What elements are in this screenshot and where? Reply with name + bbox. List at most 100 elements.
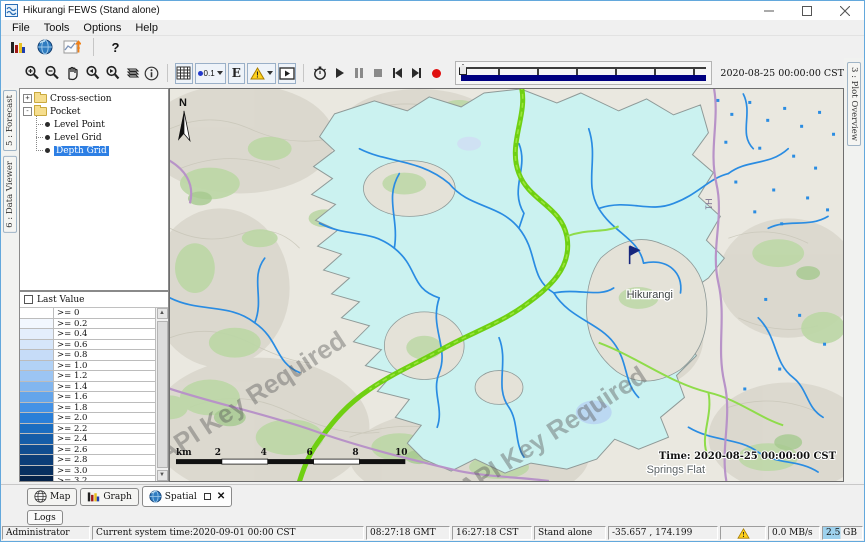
left-panel: + Cross-section - Pocket Level Point: [19, 88, 169, 482]
scroll-down-icon[interactable]: ▼: [157, 470, 168, 481]
legend-value-label: >= 3.2: [54, 476, 155, 481]
scroll-up-icon[interactable]: ▲: [157, 308, 168, 319]
tab-graph[interactable]: Graph: [80, 488, 138, 506]
labels-button[interactable]: E: [228, 63, 245, 84]
record-button[interactable]: [428, 63, 445, 84]
status-download-speed: 0.0 MB/s: [768, 526, 820, 540]
interval-label: 0.1: [204, 69, 215, 78]
scale-unit-label: km: [176, 448, 192, 458]
explorer-button[interactable]: [7, 37, 28, 58]
layer-tree: + Cross-section - Pocket Level Point: [19, 88, 169, 291]
layers-icon: [124, 66, 140, 80]
legend-value-label: >= 1.0: [54, 361, 155, 371]
animation-speed-button[interactable]: [311, 63, 329, 84]
legend-row[interactable]: >= 2.2: [20, 424, 155, 435]
time-slider[interactable]: [455, 61, 712, 85]
legend-color-swatch: [20, 445, 54, 455]
menu-options[interactable]: Options: [76, 20, 128, 35]
grid-toggle-button[interactable]: [175, 63, 192, 84]
legend-row[interactable]: >= 0.6: [20, 340, 155, 351]
maximize-button[interactable]: [788, 1, 826, 20]
place-label-springs-flat: Springs Flat: [647, 464, 705, 476]
sidebar-tab-forecast[interactable]: 5 : Forecast: [3, 90, 17, 151]
help-button[interactable]: ?: [105, 37, 126, 58]
legend-value-label: >= 2.8: [54, 455, 155, 465]
legend-row[interactable]: >= 3.2: [20, 476, 155, 481]
legend-row[interactable]: >= 1.2: [20, 371, 155, 382]
legend-row[interactable]: >= 2.8: [20, 455, 155, 466]
interval-dropdown[interactable]: 0.1: [195, 63, 226, 84]
minimize-button[interactable]: [750, 1, 788, 20]
tab-map[interactable]: Map: [27, 488, 77, 506]
warnings-dropdown[interactable]: !: [247, 63, 276, 84]
pause-icon: [355, 68, 363, 78]
tree-node-level-grid[interactable]: Level Grid: [31, 131, 168, 144]
zoom-out-button[interactable]: [43, 63, 61, 84]
legend-color-swatch: [20, 382, 54, 392]
layers-button[interactable]: [123, 63, 141, 84]
tree-node-cross-section[interactable]: + Cross-section: [23, 92, 168, 105]
status-system-time: Current system time:2020-09-01 00:00 CST: [92, 526, 364, 540]
tab-spatial[interactable]: Spatial ✕: [142, 486, 232, 507]
legend-row[interactable]: >= 0.4: [20, 329, 155, 340]
status-mode: Stand alone: [534, 526, 606, 540]
bullet-icon: [45, 122, 50, 127]
movie-player-button[interactable]: [278, 63, 296, 84]
pause-button[interactable]: [350, 63, 367, 84]
legend-row[interactable]: >= 0: [20, 308, 155, 319]
legend-row[interactable]: >= 2.0: [20, 413, 155, 424]
time-slider-handle[interactable]: [459, 64, 467, 75]
legend-row[interactable]: >= 2.4: [20, 434, 155, 445]
stop-button[interactable]: [370, 63, 387, 84]
legend-row[interactable]: >= 1.6: [20, 392, 155, 403]
right-tab-strip: 3 : Plot Overview: [844, 58, 864, 482]
maximize-tab-icon[interactable]: [204, 493, 211, 500]
legend-row[interactable]: >= 3.0: [20, 466, 155, 477]
app-logo-icon: [5, 4, 18, 17]
zoom-in-button[interactable]: [23, 63, 41, 84]
tree-node-depth-grid[interactable]: Depth Grid: [31, 144, 168, 157]
timeseries-chart-icon: [63, 39, 81, 55]
expand-icon[interactable]: +: [23, 94, 32, 103]
sidebar-tab-data-viewer[interactable]: 6 : Data Viewer: [3, 156, 17, 233]
sidebar-tab-plot-overview[interactable]: 3 : Plot Overview: [847, 62, 861, 146]
pan-button[interactable]: [63, 63, 81, 84]
status-time-gmt: 08:27:18 GMT: [366, 526, 450, 540]
info-button[interactable]: [143, 63, 160, 84]
first-frame-button[interactable]: [389, 63, 406, 84]
zoom-previous-button[interactable]: [83, 63, 101, 84]
menu-file[interactable]: File: [5, 20, 37, 35]
dot-icon: [198, 71, 203, 76]
globe-icon: [37, 39, 53, 55]
legend-row[interactable]: >= 0.2: [20, 319, 155, 330]
timeseries-display-button[interactable]: [61, 37, 82, 58]
logs-button[interactable]: Logs: [27, 510, 63, 525]
menu-help[interactable]: Help: [128, 20, 165, 35]
play-button[interactable]: [331, 63, 348, 84]
legend-row[interactable]: >= 2.6: [20, 445, 155, 456]
last-value-checkbox[interactable]: [24, 295, 33, 304]
menu-tools[interactable]: Tools: [37, 20, 77, 35]
map-display-button[interactable]: [34, 37, 55, 58]
tree-node-level-point[interactable]: Level Point: [31, 118, 168, 131]
water-patch: [457, 137, 481, 151]
last-frame-button[interactable]: [408, 63, 425, 84]
status-warning-cell[interactable]: !: [720, 526, 766, 540]
zoom-next-button[interactable]: [103, 63, 121, 84]
legend-row[interactable]: >= 1.8: [20, 403, 155, 414]
legend-row[interactable]: >= 1.0: [20, 361, 155, 372]
tree-node-pocket[interactable]: - Pocket: [23, 105, 168, 118]
map-canvas[interactable]: H1 API Key Required API Key Required Hik…: [169, 88, 844, 482]
main-content: 5 : Forecast 6 : Data Viewer + Cross-sec…: [1, 88, 844, 482]
close-button[interactable]: [826, 1, 864, 20]
legend-panel: Last Value >= 0>= 0.2>= 0.4>= 0.6>= 0.8>…: [19, 291, 169, 482]
scrollbar-thumb[interactable]: [157, 321, 168, 468]
legend-row[interactable]: >= 1.4: [20, 382, 155, 393]
status-memory: 2.5 GB: [822, 526, 863, 540]
legend-row[interactable]: >= 0.8: [20, 350, 155, 361]
collapse-icon[interactable]: -: [23, 107, 32, 116]
legend-color-swatch: [20, 403, 54, 413]
legend-scrollbar[interactable]: ▲ ▼: [155, 308, 168, 481]
legend-value-label: >= 3.0: [54, 466, 155, 476]
close-tab-icon[interactable]: ✕: [217, 491, 225, 502]
